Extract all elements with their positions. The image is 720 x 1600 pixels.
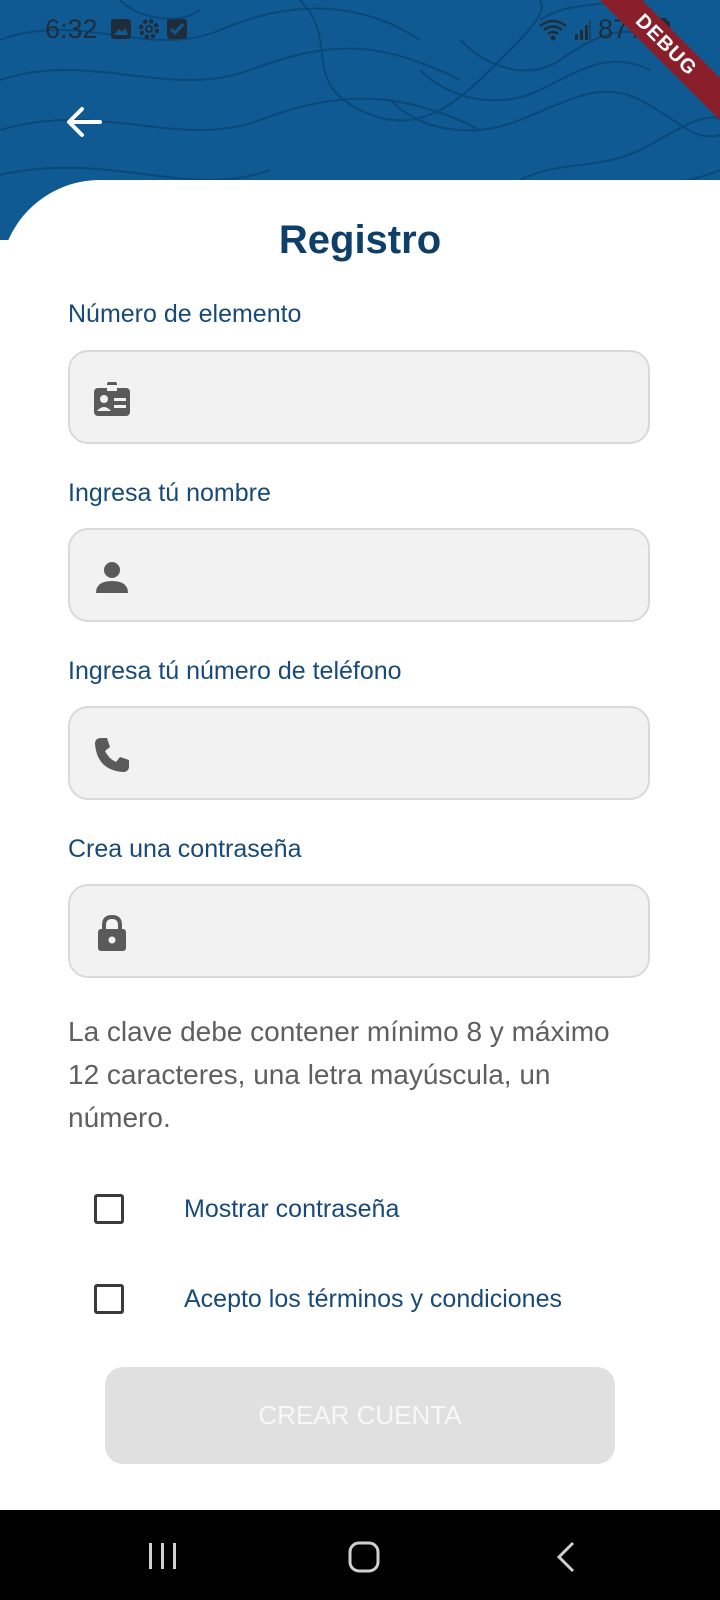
phone-label: Ingresa tú número de teléfono <box>68 657 402 685</box>
password-input[interactable] <box>148 886 632 978</box>
name-field[interactable] <box>68 528 650 622</box>
checkbox-icon <box>167 19 187 39</box>
badge-icon <box>94 382 130 416</box>
back-icon[interactable] <box>553 1540 579 1574</box>
accept-terms-label: Acepto los términos y condiciones <box>184 1284 562 1313</box>
status-time: 6:32 <box>45 14 98 44</box>
lock-icon <box>98 914 126 951</box>
element-number-label: Número de elemento <box>68 300 302 328</box>
phone-input[interactable] <box>148 708 632 800</box>
password-label: Crea una contraseña <box>68 835 302 863</box>
system-nav-bar <box>0 1510 720 1600</box>
name-input[interactable] <box>148 530 632 622</box>
accept-terms-option[interactable]: Acepto los términos y condiciones <box>94 1284 562 1314</box>
element-number-input[interactable] <box>148 352 632 444</box>
name-label: Ingresa tú nombre <box>68 479 271 507</box>
person-icon <box>96 562 128 593</box>
show-password-label: Mostrar contraseña <box>184 1194 400 1223</box>
create-account-button[interactable]: CREAR CUENTA <box>105 1367 615 1464</box>
show-password-checkbox[interactable] <box>94 1194 124 1224</box>
show-password-option[interactable]: Mostrar contraseña <box>94 1194 399 1224</box>
arrow-back-icon <box>67 107 102 137</box>
signal-icon <box>575 19 591 40</box>
wifi-icon <box>539 19 567 40</box>
recents-icon[interactable] <box>146 1540 180 1572</box>
settings-icon <box>139 19 159 39</box>
phone-icon <box>95 738 129 772</box>
element-number-field[interactable] <box>68 350 650 444</box>
phone-field[interactable] <box>68 706 650 800</box>
page-title: Registro <box>278 218 442 262</box>
home-icon[interactable] <box>347 1540 381 1574</box>
password-field[interactable] <box>68 884 650 978</box>
password-hint: La clave debe contener mínimo 8 y máximo… <box>68 1016 610 1133</box>
image-icon <box>111 19 131 39</box>
accept-terms-checkbox[interactable] <box>94 1284 124 1314</box>
back-button[interactable] <box>62 100 106 144</box>
